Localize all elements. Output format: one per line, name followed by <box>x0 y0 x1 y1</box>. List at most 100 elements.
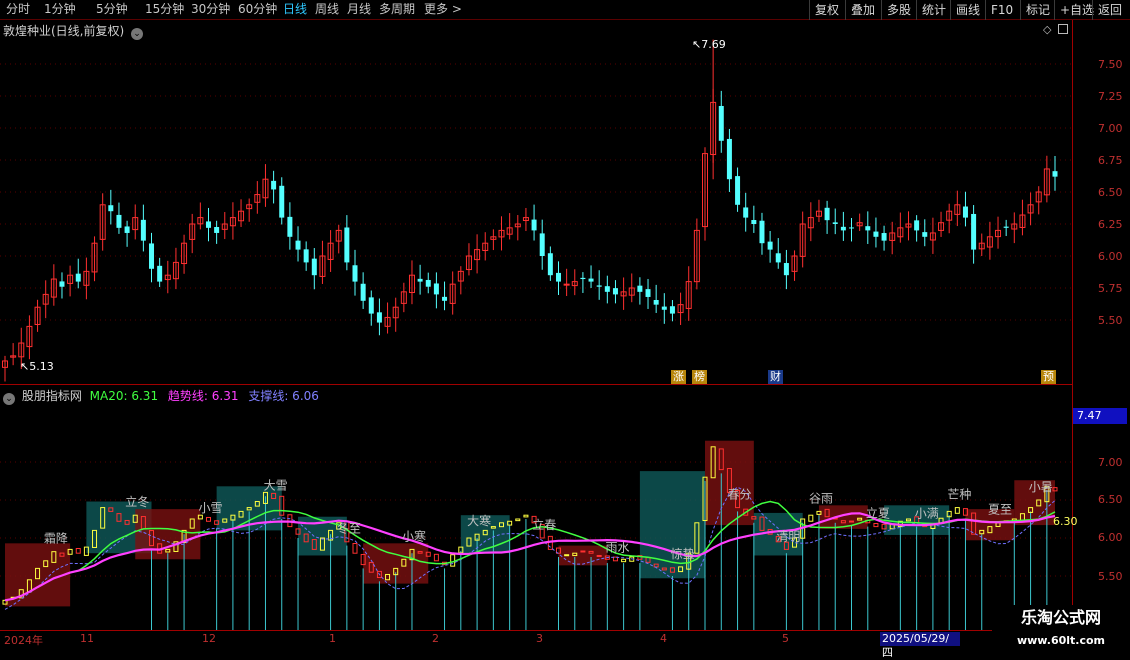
candle-body <box>124 226 130 233</box>
ind-y-tick: 6.00 <box>1098 531 1123 544</box>
candle-body <box>205 221 211 228</box>
ind-y-tick: 7.00 <box>1098 456 1123 469</box>
f10-button[interactable]: F10 <box>985 0 1018 20</box>
candle-body <box>661 306 667 310</box>
candle-body <box>376 312 382 323</box>
candle-body <box>352 265 358 282</box>
candle-body <box>653 299 659 305</box>
solar-term-label: 惊蛰 <box>671 546 695 561</box>
candle-body <box>1003 226 1009 228</box>
stats-button[interactable]: 统计 <box>916 0 951 20</box>
candle-body <box>149 243 155 269</box>
price-chart <box>0 39 1072 382</box>
adjust-button[interactable]: 复权 <box>809 0 844 20</box>
solar-term-label: 小寒 <box>402 528 426 543</box>
tab-1min[interactable]: 1分钟 <box>44 2 76 16</box>
date-label: 1 <box>329 632 336 645</box>
back-button[interactable]: 返回 <box>1092 0 1127 20</box>
solar-term-label: 小满 <box>915 506 939 520</box>
tab-fenshi[interactable]: 分时 <box>6 2 30 16</box>
candle-body <box>580 277 586 280</box>
solar-term-label: 立夏 <box>866 505 890 520</box>
tab-daily[interactable]: 日线 <box>283 2 307 16</box>
candle-body <box>311 258 317 276</box>
event-marker-finance[interactable]: 财 <box>768 370 783 384</box>
candle-body <box>783 263 789 276</box>
solar-term-label: 清明 <box>776 529 800 543</box>
tab-15min[interactable]: 15分钟 <box>145 2 184 16</box>
solar-term-label: 大雪 <box>264 478 288 492</box>
mark-button[interactable]: 标记 <box>1020 0 1055 20</box>
diamond-icon[interactable]: ◇ <box>1043 23 1051 36</box>
candle-body <box>279 185 285 218</box>
candle-body <box>59 281 65 287</box>
window-icon[interactable] <box>1058 24 1068 34</box>
tab-weekly[interactable]: 周线 <box>315 2 339 16</box>
tab-monthly[interactable]: 月线 <box>347 2 371 16</box>
candle-body <box>881 233 887 241</box>
date-axis-line <box>0 630 1130 631</box>
y-tick: 6.75 <box>1098 154 1123 167</box>
overlay-button[interactable]: 叠加 <box>845 0 880 20</box>
candle-body <box>873 231 879 237</box>
indicator-candle <box>450 554 456 567</box>
date-label: 5 <box>782 632 789 645</box>
solar-term-label: 春分 <box>728 487 752 501</box>
tab-60min[interactable]: 60分钟 <box>238 2 277 16</box>
multi-stock-button[interactable]: 多股 <box>881 0 916 20</box>
y-tick: 7.50 <box>1098 58 1123 71</box>
indicator-candle <box>205 516 211 522</box>
event-marker-ranking[interactable]: 榜 <box>692 370 707 384</box>
price-axis-border <box>1072 20 1073 635</box>
date-label: 12 <box>202 632 216 645</box>
candle-body <box>612 288 618 295</box>
indicator-candle <box>75 547 81 554</box>
candle-body <box>726 138 732 180</box>
date-label: 3 <box>536 632 543 645</box>
solar-term-label: 夏至 <box>988 503 1012 517</box>
indicator-chart: 霜降 立冬 小雪 大雪冬至 小寒 大寒 立春雨水 惊蛰 春分清明 谷雨立夏 小满芒种夏至 小暑 <box>0 440 1072 630</box>
candle-body <box>75 273 81 282</box>
candle-body <box>344 227 350 263</box>
candle-body <box>718 105 724 141</box>
selected-date: 2025/05/29/四 <box>880 632 960 659</box>
date-label: 11 <box>80 632 94 645</box>
candle-body <box>865 226 871 231</box>
event-marker-forecast[interactable]: 预 <box>1041 370 1056 384</box>
indicator-candle <box>849 520 855 523</box>
candle-body <box>596 285 602 287</box>
candle-body <box>295 240 301 250</box>
candle-body <box>116 214 122 228</box>
solar-term-label: 小暑 <box>1029 480 1053 494</box>
y-tick: 7.25 <box>1098 90 1123 103</box>
candle-body <box>539 233 545 256</box>
candle-body <box>604 286 610 292</box>
candle-body <box>1052 171 1058 177</box>
event-marker-limit-up[interactable]: 涨 <box>671 370 686 384</box>
indicator-candle <box>954 507 960 514</box>
draw-line-button[interactable]: 画线 <box>950 0 985 20</box>
solar-term-label: 立冬 <box>125 494 149 509</box>
indicator-candle <box>580 550 586 553</box>
solar-term-label: 霜降 <box>44 532 68 546</box>
tab-30min[interactable]: 30分钟 <box>191 2 230 16</box>
candle-body <box>832 222 838 224</box>
candle-body <box>555 272 561 282</box>
solar-term-label: 芒种 <box>947 486 971 501</box>
candle-body <box>531 219 537 231</box>
candle-body <box>645 289 651 297</box>
indicator-candle <box>621 558 627 563</box>
candle-body <box>767 241 773 250</box>
tab-multi-period[interactable]: 多周期 <box>379 2 415 16</box>
candle-body <box>563 283 570 286</box>
candle-body <box>425 279 431 287</box>
tab-more[interactable]: 更多 > <box>424 2 462 16</box>
candle-body <box>287 216 293 237</box>
indicator-last-value: 6.30 <box>1053 515 1078 528</box>
indicator-candle <box>873 523 879 528</box>
candle-body <box>824 207 830 221</box>
candle-body <box>157 265 163 282</box>
tab-5min[interactable]: 5分钟 <box>96 2 128 16</box>
pane-separator <box>0 384 1072 385</box>
candle-body <box>637 285 643 292</box>
